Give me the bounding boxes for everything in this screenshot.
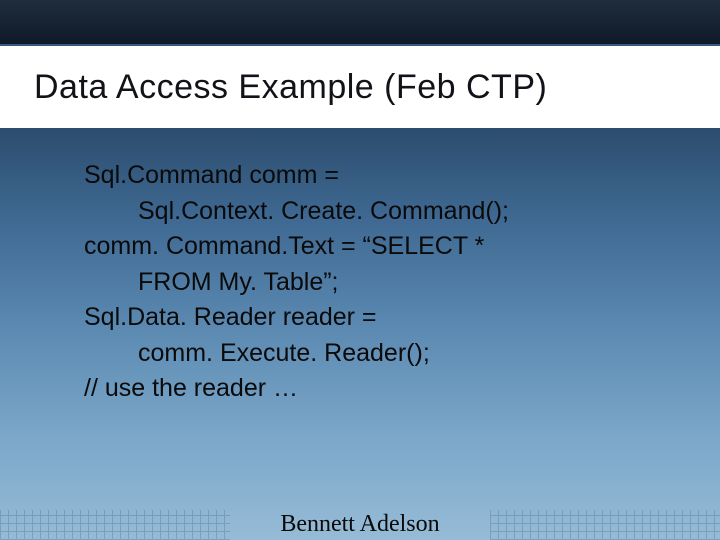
code-line-3: comm. Command.Text = “SELECT *: [84, 229, 680, 265]
code-line-4: FROM My. Table”;: [84, 265, 680, 301]
footer-author: Bennett Adelson: [230, 511, 490, 540]
code-line-6: comm. Execute. Reader();: [84, 336, 680, 372]
slide-content: Sql.Command comm = Sql.Context. Create. …: [84, 158, 680, 407]
code-line-2: Sql.Context. Create. Command();: [84, 194, 680, 230]
slide-title: Data Access Example (Feb CTP): [34, 68, 547, 107]
code-line-2-text: Sql.Context. Create. Command();: [84, 194, 509, 230]
footer-decoration-left: [0, 510, 230, 540]
code-line-4-text: FROM My. Table”;: [84, 265, 339, 301]
footer-decoration-right: [490, 510, 720, 540]
code-line-5: Sql.Data. Reader reader =: [84, 300, 680, 336]
code-line-1: Sql.Command comm =: [84, 158, 680, 194]
code-line-6-text: comm. Execute. Reader();: [84, 336, 430, 372]
code-line-7: // use the reader …: [84, 371, 680, 407]
slide-top-band: [0, 0, 720, 44]
title-band: Data Access Example (Feb CTP): [0, 44, 720, 130]
